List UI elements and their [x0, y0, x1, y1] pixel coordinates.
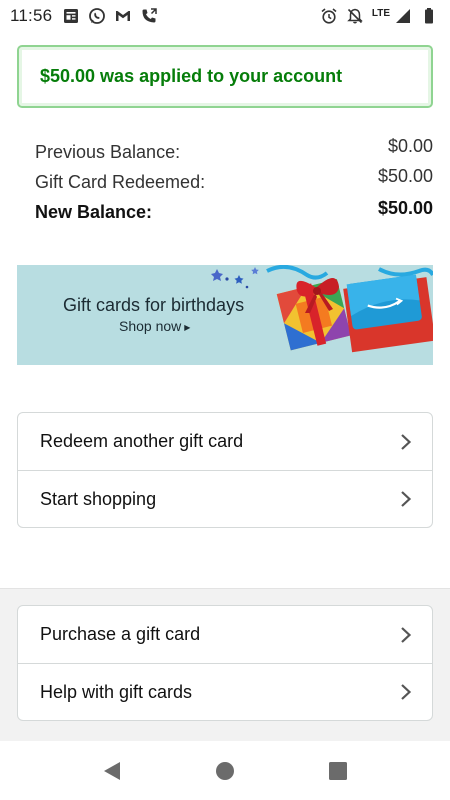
back-icon	[104, 762, 120, 780]
promo-cta-label: Shop now	[119, 318, 182, 334]
network-type: LTE	[371, 7, 390, 19]
caret-right-icon: ▶	[184, 323, 191, 332]
recents-icon	[329, 762, 347, 780]
alarm-icon	[321, 8, 337, 24]
previous-balance-label: Previous Balance:	[35, 142, 181, 162]
purchase-gift-card-row[interactable]: Purchase a gift card	[18, 606, 432, 663]
secondary-actions: Purchase a gift card Help with gift card…	[17, 605, 433, 721]
status-bar: 11:56 LTE	[0, 0, 450, 32]
primary-actions: Redeem another gift card Start shopping	[17, 412, 433, 528]
status-left: 11:56	[10, 6, 158, 26]
redeem-another-gift-card-row[interactable]: Redeem another gift card	[18, 413, 432, 470]
start-shopping-row[interactable]: Start shopping	[18, 470, 432, 527]
redeemed-label: Gift Card Redeemed:	[35, 172, 206, 192]
previous-balance-row: Previous Balance: $0.00	[35, 136, 433, 168]
status-right: LTE	[320, 7, 438, 25]
notifications-off-icon	[347, 8, 363, 24]
redeemed-value: $50.00	[377, 166, 433, 186]
redeemed-row: Gift Card Redeemed: $50.00	[35, 166, 433, 198]
recents-button[interactable]	[326, 759, 350, 783]
whatsapp-icon	[89, 8, 106, 24]
new-balance-value: $50.00	[377, 198, 433, 218]
option-label: Help with gift cards	[40, 681, 193, 702]
previous-balance-value: $0.00	[387, 136, 433, 156]
battery-icon	[425, 8, 433, 24]
help-with-gift-cards-row[interactable]: Help with gift cards	[18, 663, 432, 720]
signal-icon	[396, 9, 410, 23]
chevron-right-icon	[401, 684, 412, 700]
balance-summary: Previous Balance: $0.00 Gift Card Redeem…	[35, 136, 433, 228]
option-label: Purchase a gift card	[40, 624, 201, 644]
status-time: 11:56	[10, 6, 53, 25]
option-label: Start shopping	[40, 488, 157, 509]
navigation-bar	[0, 741, 450, 800]
promo-banner[interactable]: Gift cards for birthdays Shop now ▶	[17, 265, 433, 365]
home-icon	[216, 762, 234, 780]
chevron-right-icon	[401, 491, 412, 507]
gift-box-illustration	[211, 265, 433, 353]
promo-shop-now-link[interactable]: Shop now ▶	[119, 318, 190, 334]
new-balance-row: New Balance: $50.00	[35, 198, 433, 228]
chevron-right-icon	[401, 433, 412, 450]
notification-icons	[62, 7, 158, 25]
gmail-icon	[116, 11, 131, 21]
news-icon	[64, 9, 79, 23]
option-label: Redeem another gift card	[40, 431, 244, 451]
new-balance-label: New Balance:	[35, 202, 153, 222]
back-button[interactable]	[100, 759, 124, 783]
home-button[interactable]	[213, 759, 237, 783]
chevron-right-icon	[401, 626, 412, 643]
call-forward-icon	[142, 8, 158, 23]
success-message: $50.00 was applied to your account	[40, 66, 343, 86]
success-banner: $50.00 was applied to your account	[17, 45, 433, 108]
